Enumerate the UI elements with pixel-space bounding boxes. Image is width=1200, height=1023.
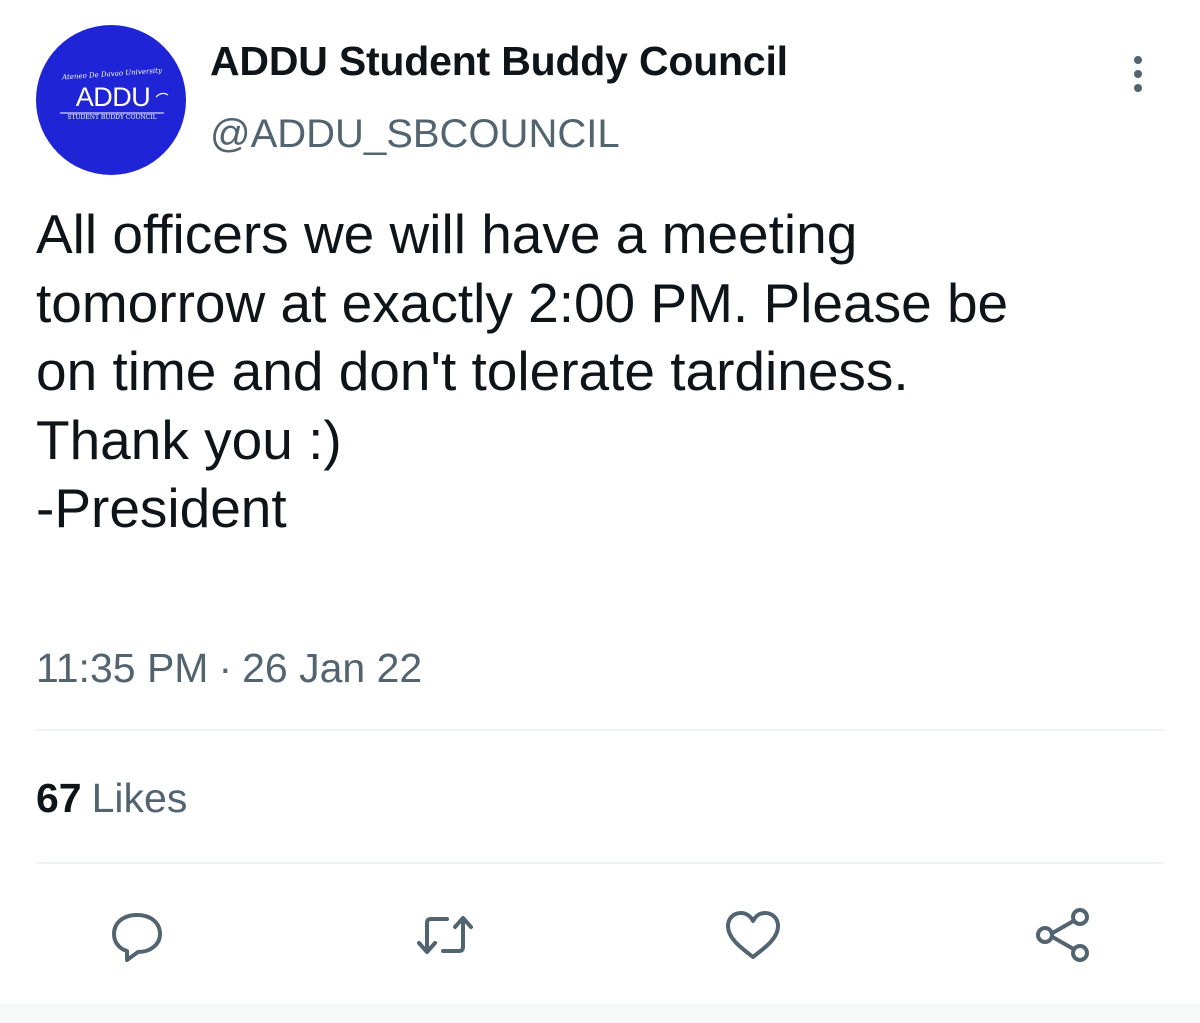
timestamp-separator: · xyxy=(218,645,233,691)
tweet-timestamp[interactable]: 11:35 PM · 26 Jan 22 xyxy=(36,645,422,692)
like-button[interactable] xyxy=(718,900,788,970)
tweet-date: 26 Jan 22 xyxy=(242,645,423,691)
likes-stat[interactable]: 67 Likes xyxy=(36,775,187,822)
tweet-time: 11:35 PM xyxy=(36,645,209,691)
reply-button[interactable] xyxy=(102,900,172,970)
retweet-icon xyxy=(417,916,473,954)
reply-icon xyxy=(112,913,162,962)
author-display-name[interactable]: ADDU Student Buddy Council xyxy=(210,38,788,85)
tweet-text-line: Thank you :) xyxy=(36,408,342,471)
avatar-bottom-text: STUDENT BUDDY COUNCIL xyxy=(67,114,157,121)
divider xyxy=(36,862,1164,864)
tweet-text-line: -President xyxy=(36,477,287,539)
more-options-button[interactable] xyxy=(1120,48,1156,96)
share-button[interactable] xyxy=(1028,900,1098,970)
divider xyxy=(36,729,1164,731)
tweet-detail: Ateneo De Davao University ADDU STUDENT … xyxy=(0,0,1200,1023)
tweet-text-line: All officers we will have a meeting xyxy=(36,203,858,265)
likes-label: Likes xyxy=(91,775,188,821)
tweet-text: All officers we will have a meeting tomo… xyxy=(36,200,1166,543)
avatar[interactable]: Ateneo De Davao University ADDU STUDENT … xyxy=(36,25,186,175)
author-handle[interactable]: @ADDU_SBCOUNCIL xyxy=(210,112,620,157)
like-icon xyxy=(726,911,780,959)
likes-count: 67 xyxy=(36,775,82,821)
tweet-text-line: tomorrow at exactly 2:00 PM. Please be xyxy=(36,271,1009,334)
more-vertical-icon xyxy=(1134,56,1142,92)
bottom-divider xyxy=(0,1003,1200,1023)
share-icon xyxy=(1036,908,1089,962)
retweet-button[interactable] xyxy=(410,900,480,970)
tweet-text-line: on time and don't tolerate tardiness. xyxy=(36,340,909,402)
avatar-main-text: ADDU xyxy=(75,82,151,112)
